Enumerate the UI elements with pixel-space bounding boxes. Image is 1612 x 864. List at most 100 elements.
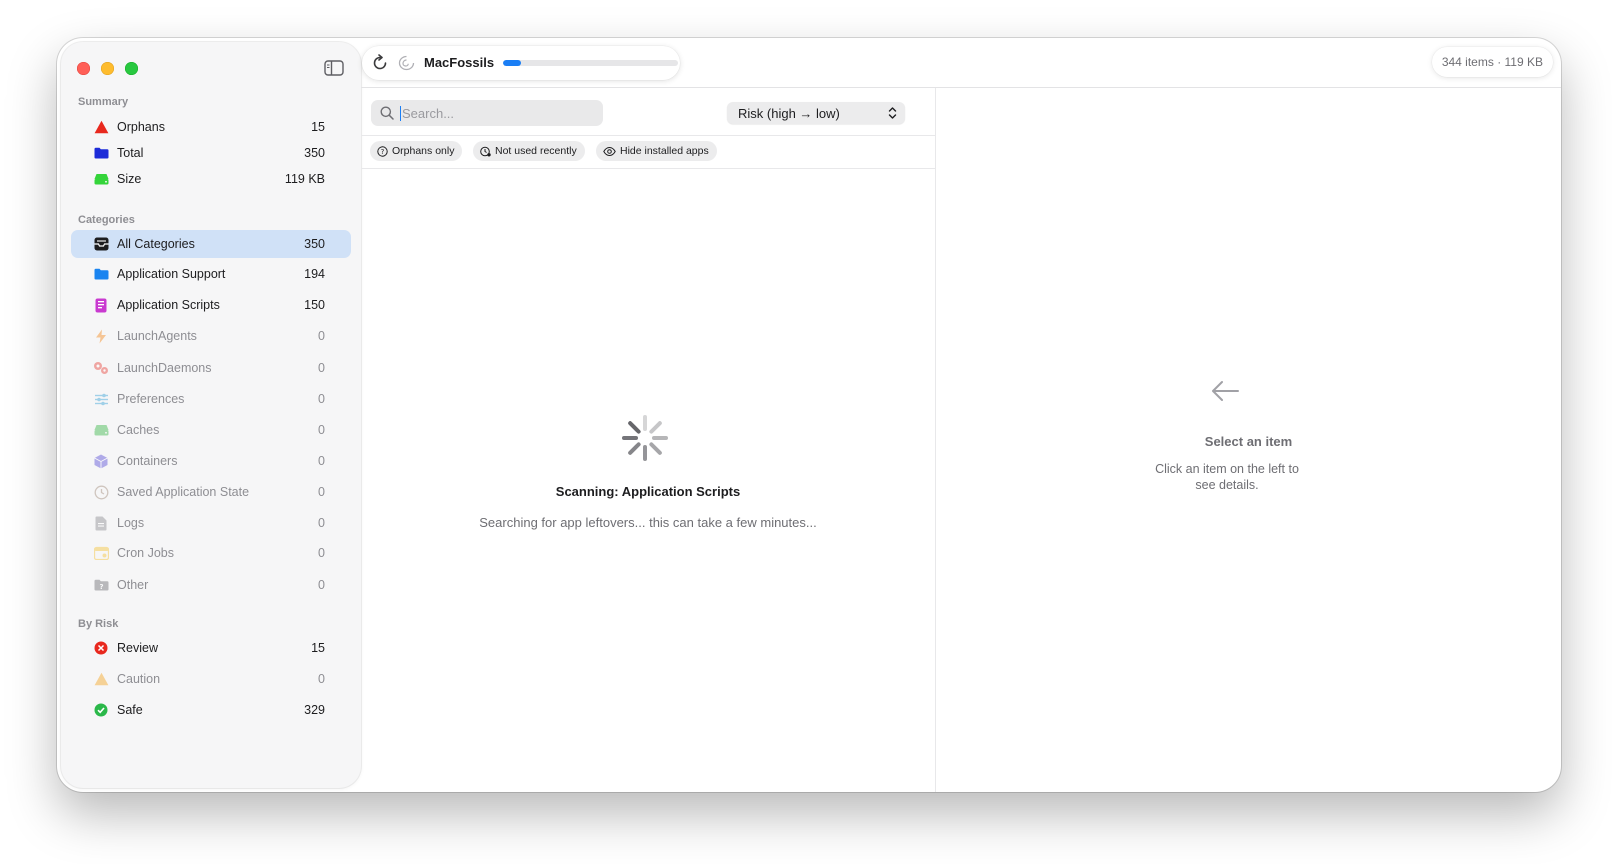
chevron-up-down-icon [888,107,897,119]
search-input[interactable] [400,104,594,122]
sidebar-item-count: 0 [318,454,325,468]
sidebar-item-cron-jobs[interactable]: Cron Jobs 0 [71,539,351,567]
sidebar-item-saved-application-state[interactable]: Saved Application State 0 [71,478,351,506]
sidebar-item-caches[interactable]: Caches 0 [71,416,351,444]
sidebar-item-label: Caches [117,423,160,437]
sidebar-item-preferences[interactable]: Preferences 0 [71,385,351,413]
document-icon [93,515,109,531]
sidebar-toggle-icon[interactable] [324,60,344,76]
arrow-left-icon [1212,381,1239,401]
filter-hide-installed-apps[interactable]: Hide installed apps [596,141,717,161]
eye-slash-icon [603,146,616,156]
summary-size[interactable]: Size 119 KB [71,165,351,193]
sidebar: Summary Orphans 15 Total 350 Size 119 KB… [61,42,361,788]
check-circle-icon [93,702,109,718]
sort-selected-value: Risk (high → low) [738,105,840,121]
empty-detail-subtitle: Click an item on the left to see details… [1155,462,1299,492]
clock-badge-icon [480,146,491,156]
drive-icon [93,171,109,187]
empty-detail-title: Select an item [1204,434,1293,449]
spinner-spoke [649,442,662,455]
sort-select[interactable]: Risk (high → low) [727,102,905,124]
warning-triangle-icon [93,671,109,687]
filter-not-used-recently[interactable]: Not used recently [473,141,585,161]
sidebar-item-label: Containers [117,454,178,468]
loading-spinner-icon [622,415,668,461]
spinner-spoke [649,421,662,434]
summary-total[interactable]: Total 350 [71,139,351,167]
filter-orphans-only[interactable]: ? Orphans only [370,141,463,161]
summary-count: 119 KB [284,172,325,186]
sidebar-item-application-support[interactable]: Application Support 194 [71,260,351,288]
close-window-button[interactable] [77,62,90,75]
sidebar-item-label: Logs [117,516,145,530]
risk-item-caution[interactable]: Caution 0 [71,665,351,693]
categories-header: Categories [78,214,135,226]
search-divider [361,135,935,136]
sidebar-item-count: 350 [304,237,325,251]
sidebar-item-label: Cron Jobs [117,546,174,560]
sidebar-item-label: Preferences [117,392,185,406]
toolbar-divider [361,87,1561,88]
title-pill: MacFossils [362,46,680,80]
risk-item-review[interactable]: Review 15 [71,634,351,662]
calendar-icon [93,545,109,561]
sidebar-item-count: 0 [318,516,325,530]
sidebar-item-count: 194 [304,267,325,281]
summary-label: Total [117,146,144,160]
sidebar-item-count: 0 [318,423,325,437]
sidebar-item-logs[interactable]: Logs 0 [71,509,351,537]
sliders-icon [93,391,109,407]
risk-item-label: Review [117,641,158,655]
fossil-icon [398,55,415,71]
spinner-spoke [628,421,641,434]
scan-status-subtitle: Searching for app leftovers... this can … [479,515,817,530]
spinner-spoke [628,442,641,455]
warning-triangle-icon [93,119,109,135]
sidebar-item-application-scripts[interactable]: Application Scripts 150 [71,291,351,319]
filter-label: Not used recently [495,145,577,157]
sidebar-item-containers[interactable]: Containers 0 [71,447,351,475]
sidebar-item-label: All Categories [117,237,195,251]
summary-header: Summary [78,96,129,108]
sidebar-item-launchdaemons[interactable]: LaunchDaemons 0 [71,354,351,382]
x-circle-icon [93,640,109,656]
gears-icon [93,360,109,376]
items-summary-text: 344 items · 119 KB [1441,55,1543,69]
question-circle-icon: ? [377,145,388,157]
sidebar-item-count: 0 [318,485,325,499]
refresh-icon[interactable] [371,54,389,72]
sidebar-item-all-categories[interactable]: All Categories 350 [71,230,351,258]
summary-count: 15 [311,120,325,134]
sidebar-item-label: LaunchAgents [117,329,197,343]
sidebar-item-count: 0 [318,546,325,560]
summary-label: Orphans [117,120,165,134]
app-window: Summary Orphans 15 Total 350 Size 119 KB… [57,38,1561,792]
risk-item-count: 0 [318,672,325,686]
sidebar-item-label: Other [117,578,149,592]
sidebar-item-label: LaunchDaemons [117,361,212,375]
bolt-icon [93,328,109,344]
summary-orphans[interactable]: Orphans 15 [71,113,351,141]
risk-item-count: 15 [311,641,325,655]
drive-icon [93,422,109,438]
risk-item-safe[interactable]: Safe 329 [71,696,351,724]
folder-icon [93,145,109,161]
sidebar-item-count: 0 [318,578,325,592]
sidebar-item-launchagents[interactable]: LaunchAgents 0 [71,322,351,350]
risk-item-label: Safe [117,703,143,717]
text-cursor [400,106,401,121]
sidebar-item-count: 0 [318,361,325,375]
app-title: MacFossils [424,55,495,70]
sidebar-item-label: Saved Application State [117,485,250,499]
zoom-window-button[interactable] [125,62,138,75]
search-field[interactable] [371,100,603,126]
sidebar-item-label: Application Support [117,267,226,281]
sidebar-item-other[interactable]: ? Other 0 [71,571,351,599]
sidebar-item-label: Application Scripts [117,298,220,312]
tray-stack-icon [93,236,109,252]
sidebar-item-count: 0 [318,329,325,343]
scan-status-title: Scanning: Application Scripts [555,484,741,499]
filter-label: Hide installed apps [620,145,709,157]
minimize-window-button[interactable] [101,62,114,75]
